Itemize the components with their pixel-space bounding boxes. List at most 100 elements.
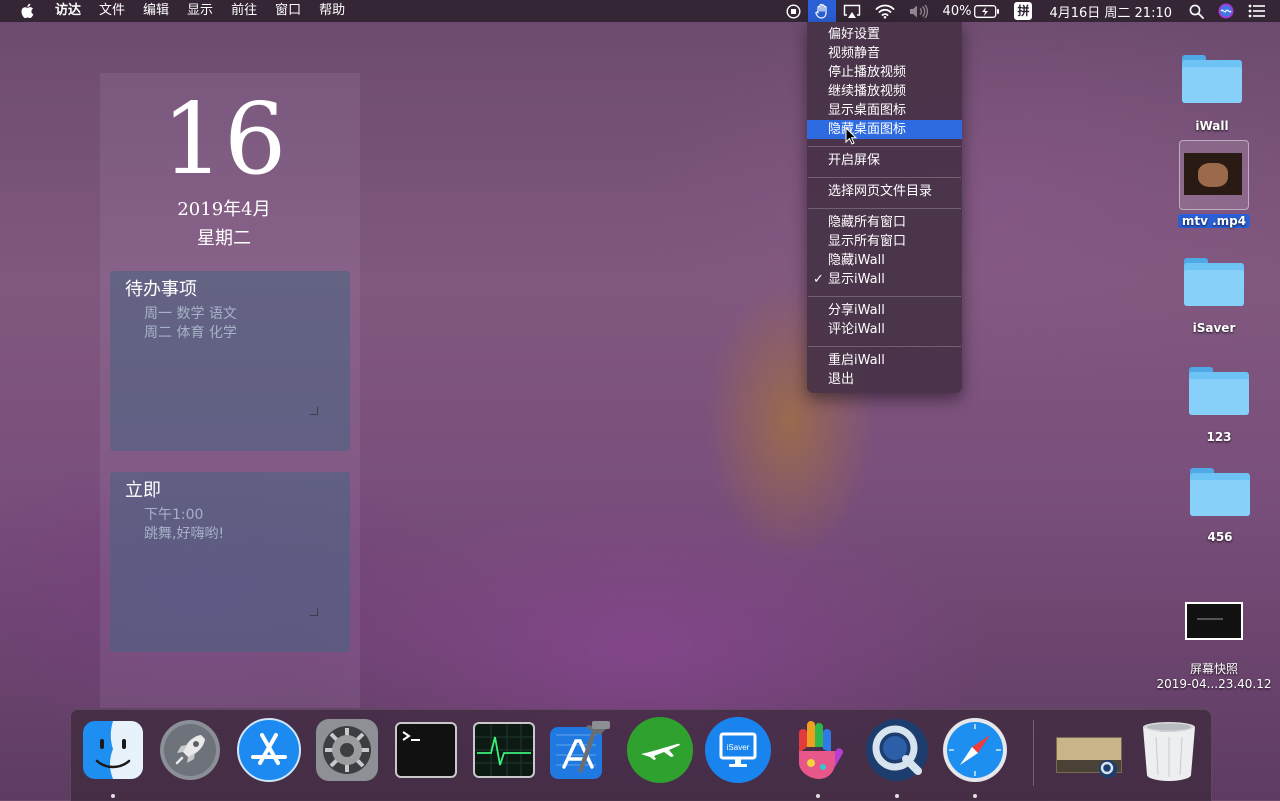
notification-center-icon[interactable] [1241, 0, 1280, 22]
desktop-folder-456[interactable]: 456 [1170, 468, 1270, 544]
todo-note[interactable]: 待办事项 周一 数学 语文 周二 体育 化学 [110, 271, 350, 451]
menu-item-show-iwall[interactable]: ✓ 显示iWall [807, 270, 962, 289]
wifi-icon[interactable] [868, 0, 902, 22]
resize-handle[interactable] [310, 608, 318, 616]
menu-go[interactable]: 前往 [222, 0, 266, 22]
dock-terminal[interactable] [393, 717, 459, 783]
iwall-hand-icon[interactable] [807, 0, 836, 22]
isaver-icon: iSaver [705, 717, 771, 783]
menu-separator [808, 146, 961, 147]
dock-running-indicator [973, 794, 977, 798]
note-line: 周一 数学 语文 [144, 306, 237, 322]
battery-status[interactable]: 40% [936, 0, 1008, 22]
desktop-file-screenshot[interactable]: 屏幕快照 2019-04...23.40.12 [1156, 602, 1272, 691]
desktop-folder-123[interactable]: 123 [1169, 367, 1269, 444]
menu-separator [808, 346, 961, 347]
airplane-icon [627, 717, 693, 783]
xcode-icon [550, 721, 610, 779]
siri-icon[interactable] [1211, 0, 1241, 22]
calendar-year-month: 2019年4月 [177, 199, 271, 220]
gear-icon [316, 719, 378, 781]
quicktime-icon [866, 719, 928, 781]
dock-quicktime[interactable] [864, 717, 930, 783]
desktop-icon-label: 123 [1206, 430, 1232, 444]
menu-separator [808, 208, 961, 209]
screenshot-thumbnail-icon [1185, 602, 1243, 640]
menu-file[interactable]: 文件 [90, 0, 134, 22]
activity-monitor-icon [473, 722, 535, 778]
menu-item-stop-video[interactable]: 停止播放视频 [807, 63, 962, 82]
dock-stack[interactable] [1052, 717, 1122, 783]
dock-iwall[interactable] [785, 717, 851, 783]
desktop-folder-iwall[interactable]: iWall [1162, 55, 1262, 133]
dock-activity-monitor[interactable] [471, 717, 537, 783]
desktop-file-mtv[interactable]: mtv .mp4 [1164, 140, 1264, 228]
reminder-note[interactable]: 立即 下午1:00 跳舞,好嗨哟! [110, 472, 350, 652]
menu-finder[interactable]: 访达 [46, 0, 90, 22]
menu-item-hide-iwall[interactable]: 隐藏iWall [807, 251, 962, 270]
apple-icon[interactable] [18, 0, 36, 22]
note-line: 周二 体育 化学 [144, 325, 237, 341]
dock-running-indicator [816, 794, 820, 798]
menu-item-show-all-windows[interactable]: 显示所有窗口 [807, 232, 962, 251]
dock-finder[interactable] [80, 717, 146, 783]
dock-app-store[interactable] [236, 717, 302, 783]
menu-bar: 访达 文件 编辑 显示 前往 窗口 帮助 40% 拼 4月16日 周二 21:1… [0, 0, 1280, 22]
volume-icon[interactable] [902, 0, 936, 22]
dock-airplane-app[interactable] [627, 717, 693, 783]
desktop-icon-label: 屏幕快照 [1189, 662, 1238, 676]
menu-view[interactable]: 显示 [178, 0, 222, 22]
safari-icon [943, 718, 1007, 782]
menu-item-resume-video[interactable]: 继续播放视频 [807, 82, 962, 101]
input-method-status[interactable]: 拼 [1007, 0, 1039, 22]
mouse-cursor-icon [845, 127, 857, 145]
dock-launchpad[interactable] [157, 717, 223, 783]
airplay-icon[interactable] [836, 0, 868, 22]
iwall-status-menu: 偏好设置 视频静音 停止播放视频 继续播放视频 显示桌面图标 隐藏桌面图标 开启… [807, 22, 962, 393]
menu-edit[interactable]: 编辑 [134, 0, 178, 22]
trash-icon [1143, 722, 1195, 781]
desktop-icon-label: 2019-04...23.40.12 [1156, 677, 1272, 691]
checkmark-icon: ✓ [813, 272, 824, 287]
record-stop-icon[interactable] [779, 0, 808, 22]
dock-isaver[interactable]: iSaver [705, 717, 771, 783]
menu-help[interactable]: 帮助 [310, 0, 354, 22]
folder-icon [1184, 258, 1244, 306]
desktop-icon-label: mtv .mp4 [1177, 214, 1251, 228]
dock-system-preferences[interactable] [314, 717, 380, 783]
menu-item-quit[interactable]: 退出 [807, 370, 962, 389]
menu-item-hide-desktop-icons[interactable]: 隐藏桌面图标 [807, 120, 962, 139]
spotlight-search-icon[interactable] [1182, 0, 1211, 22]
terminal-icon [395, 722, 457, 778]
note-title: 待办事项 [125, 279, 197, 300]
battery-percent: 40% [942, 3, 972, 19]
note-line: 跳舞,好嗨哟! [144, 526, 225, 542]
menu-item-start-screensaver[interactable]: 开启屏保 [807, 151, 962, 170]
menu-separator [808, 177, 961, 178]
menu-item-show-desktop-icons[interactable]: 显示桌面图标 [807, 101, 962, 120]
dock-safari[interactable] [942, 717, 1008, 783]
menu-item-review-iwall[interactable]: 评论iWall [807, 320, 962, 339]
calendar-day-number: 16 [161, 83, 287, 197]
resize-handle[interactable] [310, 407, 318, 415]
menu-item-preferences[interactable]: 偏好设置 [807, 25, 962, 44]
menu-item-restart-iwall[interactable]: 重启iWall [807, 351, 962, 370]
menu-item-mute-video[interactable]: 视频静音 [807, 44, 962, 63]
note-title: 立即 [125, 480, 161, 501]
dock-trash[interactable] [1136, 717, 1202, 783]
svg-text:iSaver: iSaver [727, 743, 750, 752]
menu-item-select-web-folder[interactable]: 选择网页文件目录 [807, 182, 962, 201]
menu-window[interactable]: 窗口 [266, 0, 310, 22]
desktop-folder-isaver[interactable]: iSaver [1164, 258, 1264, 335]
clock[interactable]: 4月16日 周二 21:10 [1039, 0, 1182, 22]
menu-item-hide-all-windows[interactable]: 隐藏所有窗口 [807, 213, 962, 232]
desktop-icon-label: 456 [1207, 530, 1233, 544]
menu-item-share-iwall[interactable]: 分享iWall [807, 301, 962, 320]
dock-running-indicator [111, 794, 115, 798]
desktop-icon-label: iWall [1195, 119, 1229, 133]
menu-separator [808, 296, 961, 297]
finder-icon [83, 721, 143, 779]
rocket-icon [160, 720, 220, 780]
dock-xcode[interactable] [548, 717, 614, 783]
desktop-icon-label: iSaver [1192, 321, 1236, 335]
